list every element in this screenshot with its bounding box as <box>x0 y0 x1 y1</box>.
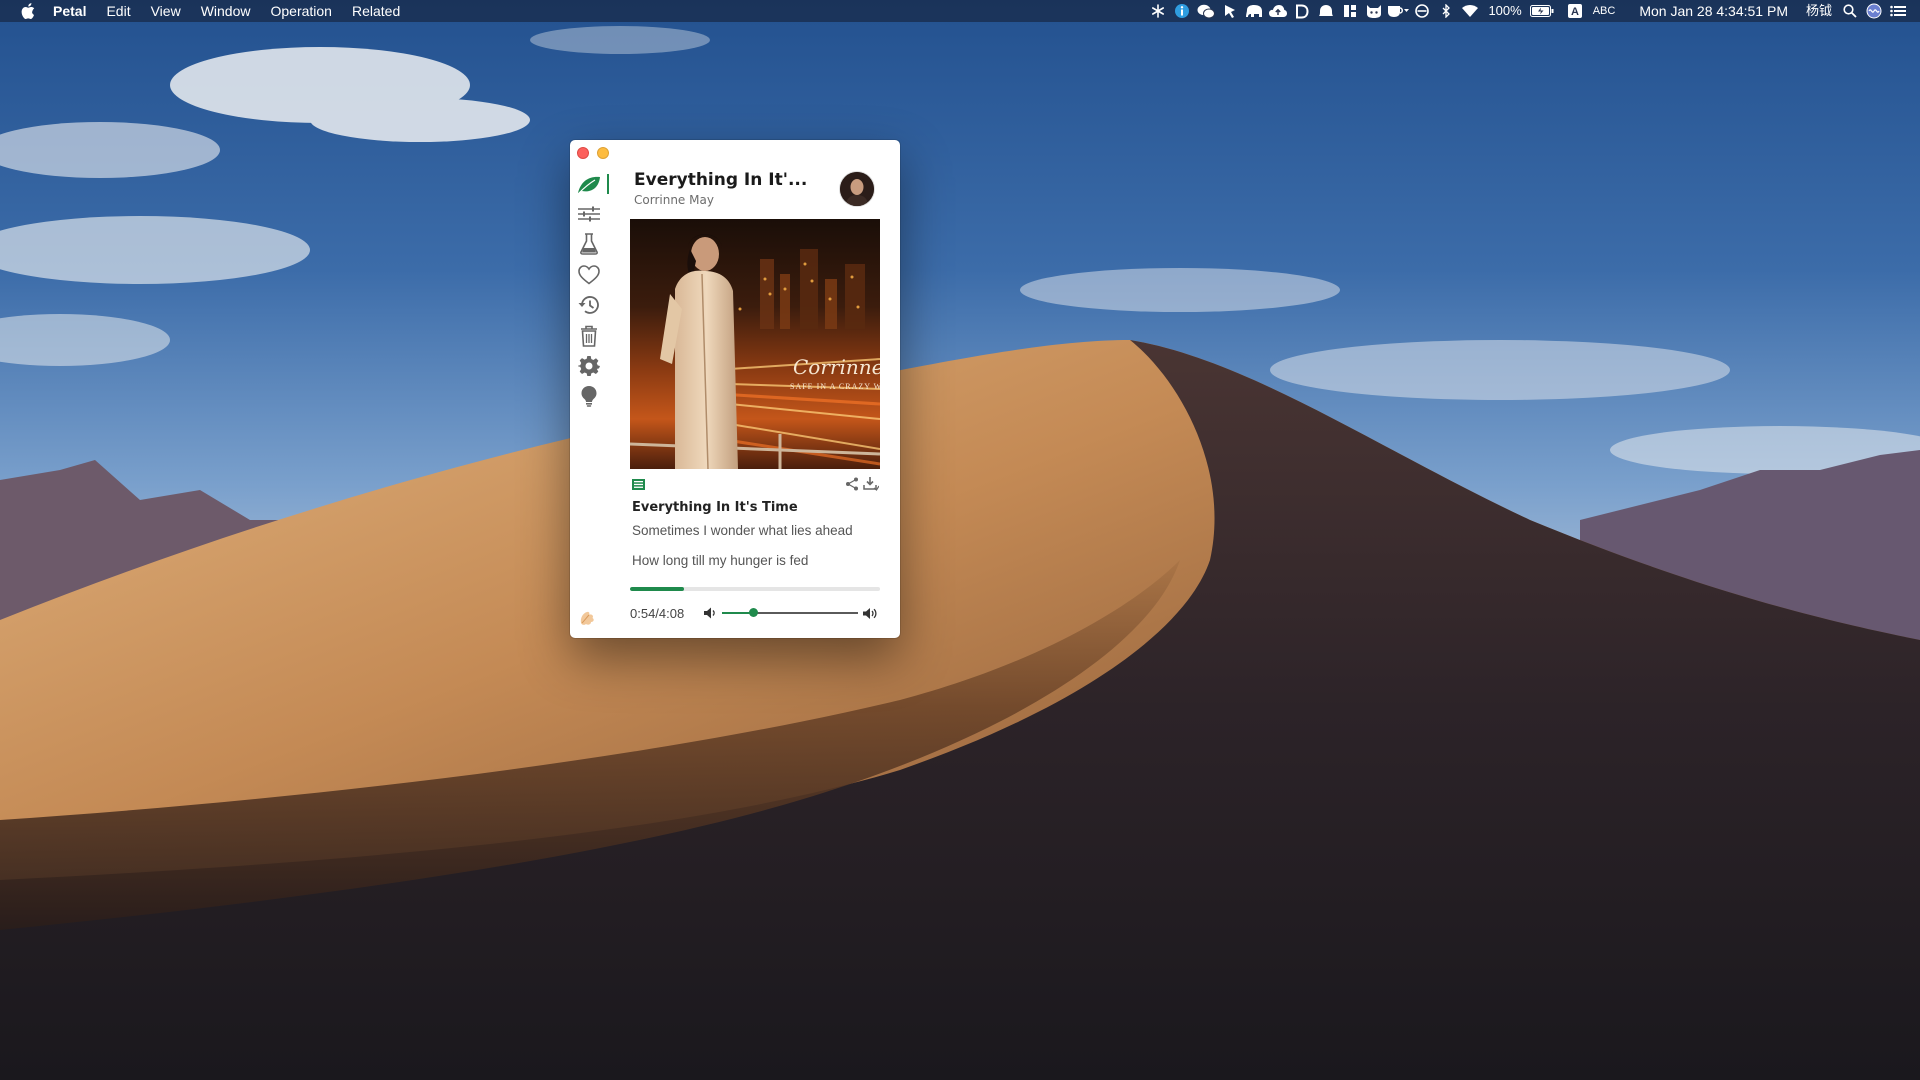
lyric-line-next: How long till my hunger is fed <box>632 553 809 568</box>
cat-icon[interactable] <box>1363 0 1385 22</box>
menu-edit[interactable]: Edit <box>96 0 140 22</box>
menu-bar: Petal Edit View Window Operation Related… <box>0 0 1920 22</box>
elephant-icon[interactable] <box>1243 0 1265 22</box>
download-icon <box>863 477 879 491</box>
sidebar-item-fm[interactable] <box>576 172 602 198</box>
wifi-icon[interactable] <box>1459 0 1481 22</box>
trash-icon <box>581 325 597 347</box>
sidebar-item-tips[interactable] <box>576 383 602 409</box>
menu-app-name[interactable]: Petal <box>53 0 96 22</box>
close-button[interactable] <box>577 147 589 159</box>
info-icon[interactable] <box>1171 0 1193 22</box>
cover-tools <box>630 476 880 492</box>
sidebar-item-lab[interactable] <box>576 231 602 257</box>
sidebar-item-trash[interactable] <box>576 323 602 349</box>
menu-related[interactable]: Related <box>342 0 410 22</box>
song-title: Everything In It'... <box>634 170 808 190</box>
sidebar <box>570 170 614 638</box>
cursor-icon[interactable] <box>1219 0 1241 22</box>
cover-album-text: SAFE IN A CRAZY WORLD <box>790 382 880 391</box>
share-icon <box>846 477 858 491</box>
petal-window: Everything In It'... Corrinne May Corrin… <box>570 140 900 638</box>
time-readout: 0:54/4:08 <box>630 606 685 621</box>
input-method-label[interactable]: ABC <box>1587 0 1622 22</box>
cup-icon[interactable] <box>1387 0 1410 22</box>
svg-text:A: A <box>1571 6 1579 18</box>
sidebar-item-history[interactable] <box>576 292 602 318</box>
battery-percent: 100% <box>1488 3 1522 18</box>
history-icon <box>578 296 599 314</box>
siri-icon[interactable] <box>1863 0 1885 22</box>
album-cover[interactable]: Corrinne May SAFE IN A CRAZY WORLD <box>630 219 880 469</box>
cloud-upload-icon[interactable] <box>1267 0 1289 22</box>
sliders-icon <box>578 206 600 222</box>
song-progress-fill <box>630 587 685 591</box>
cover-artist-text: Corrinne May <box>793 355 880 379</box>
d-icon[interactable] <box>1291 0 1313 22</box>
petal-logo-icon[interactable] <box>578 608 596 628</box>
avatar[interactable] <box>840 172 874 206</box>
mojave-dunes-image <box>0 0 1920 1080</box>
artist-name[interactable]: Corrinne May <box>634 193 714 207</box>
leaf-icon <box>578 176 600 194</box>
sidebar-item-favorites[interactable] <box>576 262 602 288</box>
spotlight-icon[interactable] <box>1839 0 1861 22</box>
circle-icon[interactable] <box>1411 0 1433 22</box>
minimize-button[interactable] <box>597 147 609 159</box>
menu-operation[interactable]: Operation <box>260 0 341 22</box>
menubar-clock[interactable]: Mon Jan 28 4:34:51 PM <box>1621 0 1800 22</box>
bell-icon[interactable] <box>1315 0 1337 22</box>
download-button[interactable] <box>862 476 880 492</box>
input-source-icon[interactable]: A <box>1564 0 1586 22</box>
lyric-line-current: Sometimes I wonder what lies ahead <box>632 523 853 538</box>
sidebar-item-settings[interactable] <box>576 353 602 379</box>
lyrics-title: Everything In It's Time <box>632 500 798 515</box>
album-cover-image: Corrinne May SAFE IN A CRAZY WORLD <box>630 219 880 469</box>
list-icon <box>631 478 645 490</box>
menu-window[interactable]: Window <box>191 0 261 22</box>
desktop-wallpaper <box>0 0 1920 1080</box>
lightbulb-icon <box>581 386 597 407</box>
volume-low-icon <box>704 607 715 619</box>
volume-knob[interactable] <box>749 608 759 617</box>
notification-icon[interactable] <box>1887 0 1909 22</box>
snowflake-icon[interactable] <box>1147 0 1169 22</box>
volume-slider[interactable] <box>722 608 858 617</box>
window-controls <box>577 147 609 159</box>
volume-up-button[interactable] <box>863 605 881 621</box>
volume-down-button[interactable] <box>704 606 718 620</box>
menu-view[interactable]: View <box>141 0 191 22</box>
battery-icon[interactable] <box>1529 0 1555 22</box>
layout-icon[interactable] <box>1339 0 1361 22</box>
volume-high-icon <box>863 607 877 619</box>
apple-icon[interactable] <box>17 3 39 19</box>
heart-icon <box>578 265 600 285</box>
share-button[interactable] <box>844 476 860 492</box>
lyrics-toggle-button[interactable] <box>630 476 646 492</box>
flask-icon <box>580 233 598 255</box>
gear-icon <box>578 356 600 376</box>
bluetooth-icon[interactable] <box>1435 0 1457 22</box>
wechat-icon[interactable] <box>1195 0 1217 22</box>
user-name[interactable]: 杨钺 <box>1800 0 1838 22</box>
sidebar-item-channels[interactable] <box>576 201 602 227</box>
song-progress-bar[interactable] <box>630 587 880 591</box>
active-indicator <box>607 174 609 194</box>
